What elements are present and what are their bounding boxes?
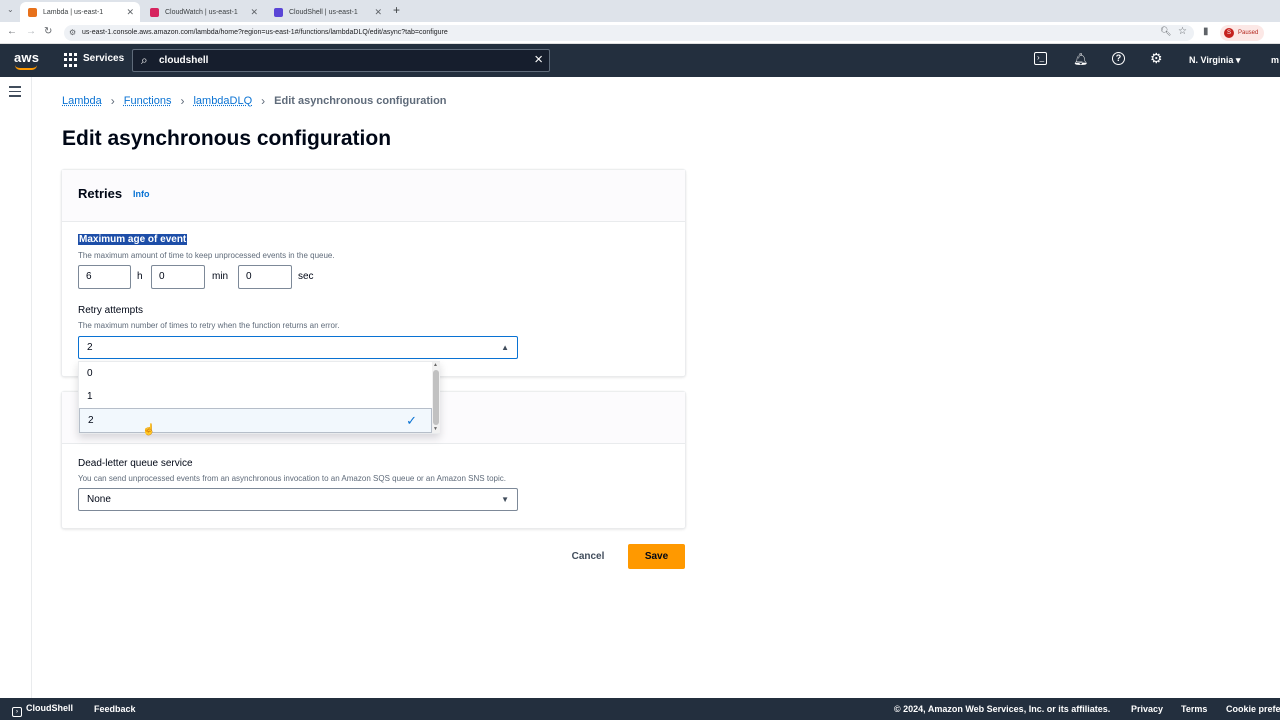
dropdown-option-2[interactable]: 2 ✓ [79, 408, 432, 433]
hours-unit-label: h [137, 271, 143, 282]
breadcrumb-lambda[interactable]: Lambda [62, 95, 102, 107]
aws-smile-icon [15, 65, 37, 70]
dropdown-option-label: 2 [88, 415, 94, 426]
services-menu-button[interactable]: Services [83, 53, 124, 64]
browser-tab-cloudwatch[interactable]: CloudWatch | us-east-1 ✕ [142, 2, 264, 22]
avatar: S [1224, 28, 1234, 38]
side-panel-icon[interactable]: ▮ [1203, 26, 1209, 37]
menu-hamburger-icon[interactable] [9, 86, 21, 100]
max-age-label: Maximum age of event [78, 234, 188, 245]
url-field[interactable]: ⚙ us-east-1.console.aws.amazon.com/lambd… [64, 25, 1194, 41]
service-search-box: ⌕ × [132, 49, 550, 72]
services-grid-icon[interactable] [64, 53, 78, 67]
minutes-unit-label: min [212, 271, 229, 282]
hours-input[interactable]: 6 [78, 265, 131, 289]
max-age-description: The maximum amount of time to keep unpro… [78, 251, 335, 260]
console-footer: › CloudShell Feedback © 2024, Amazon Web … [0, 698, 1280, 720]
retries-title: Retries [78, 186, 123, 201]
seconds-unit-label: sec [298, 271, 314, 282]
chevron-right-icon: › [110, 94, 115, 108]
minutes-input[interactable]: 0 [151, 265, 205, 289]
clear-search-icon[interactable]: × [534, 51, 543, 68]
hand-cursor-icon: ☝ [142, 424, 156, 436]
cancel-button[interactable]: Cancel [561, 545, 615, 568]
retry-attempts-dropdown: 0 1 2 ✓ ▲ ▼ [78, 361, 440, 434]
account-menu[interactable]: m [1271, 55, 1279, 65]
footer-feedback-link[interactable]: Feedback [94, 704, 136, 714]
retry-attempts-value: 2 [87, 342, 93, 353]
profile-button[interactable]: S Paused [1220, 25, 1264, 41]
dlq-service-label: Dead-letter queue service [78, 458, 193, 469]
close-tab-icon[interactable]: ✕ [126, 7, 134, 18]
footer-cloudshell-button[interactable]: › CloudShell [12, 703, 73, 717]
search-input[interactable] [159, 52, 519, 69]
seconds-input[interactable]: 0 [238, 265, 292, 289]
new-tab-icon[interactable]: + [393, 3, 400, 17]
max-age-label-text: Maximum age of event [78, 234, 188, 245]
dlq-service-value: None [87, 494, 111, 505]
cloudshell-icon[interactable]: ›_ [1034, 52, 1047, 65]
help-icon[interactable]: ? [1112, 52, 1125, 65]
aws-logo[interactable]: aws [14, 50, 40, 70]
chevron-right-icon: › [261, 94, 266, 108]
caret-down-icon: ▼ [501, 495, 509, 504]
caret-up-icon: ▲ [501, 343, 509, 352]
dropdown-scrollbar[interactable]: ▲ ▼ [432, 362, 440, 433]
dlq-service-description: You can send unprocessed events from an … [78, 474, 506, 483]
notifications-bell-icon[interactable]: 🔔︎ [1073, 52, 1088, 66]
page-title: Edit asynchronous configuration [62, 127, 392, 150]
browser-tab-bar: ⌄ Lambda | us-east-1 ✕ CloudWatch | us-e… [0, 0, 1280, 22]
cloudshell-favicon-icon [274, 7, 283, 17]
breadcrumb-current: Edit asynchronous configuration [274, 95, 447, 107]
checkmark-icon: ✓ [406, 413, 417, 428]
search-icon: ⌕ [141, 53, 148, 67]
profile-label: Paused [1238, 30, 1259, 36]
forward-icon[interactable]: → [26, 26, 36, 37]
site-info-icon[interactable]: ⚙ [69, 25, 76, 41]
footer-cloudshell-label: CloudShell [26, 703, 73, 713]
lambda-favicon-icon [28, 7, 37, 17]
scroll-up-arrow-icon[interactable]: ▲ [433, 362, 438, 368]
footer-cookie-preferences-link[interactable]: Cookie prefe [1226, 704, 1280, 714]
close-tab-icon[interactable]: ✕ [250, 7, 258, 18]
tab-title: CloudWatch | us-east-1 [165, 8, 238, 16]
tab-list-chevron-icon[interactable]: ⌄ [7, 5, 14, 14]
retries-panel-header: Retries Info [62, 170, 685, 222]
footer-terms-link[interactable]: Terms [1181, 704, 1207, 714]
breadcrumb-function-name[interactable]: lambdaDLQ [193, 95, 252, 107]
cloudwatch-favicon-icon [150, 7, 159, 17]
save-button[interactable]: Save [628, 544, 685, 569]
tab-title: CloudShell | us-east-1 [289, 8, 358, 16]
address-bar-row: ← → ↻ ⚙ us-east-1.console.aws.amazon.com… [0, 22, 1280, 44]
dropdown-option-0[interactable]: 0 [79, 362, 432, 385]
info-link[interactable]: Info [133, 189, 150, 199]
browser-tab-lambda[interactable]: Lambda | us-east-1 ✕ [20, 2, 140, 22]
reload-icon[interactable]: ↻ [44, 26, 52, 37]
bookmark-star-icon[interactable]: ☆ [1178, 26, 1187, 37]
aws-logo-text: aws [14, 50, 40, 65]
breadcrumb-functions[interactable]: Functions [124, 95, 172, 107]
cloudshell-icon: › [12, 707, 22, 717]
dropdown-option-1[interactable]: 1 [79, 385, 432, 408]
retry-attempts-description: The maximum number of times to retry whe… [78, 321, 340, 330]
side-navigation-rail [0, 77, 32, 698]
settings-gear-icon[interactable]: ⚙ [1150, 50, 1163, 67]
scrollbar-thumb[interactable] [433, 370, 439, 425]
browser-tab-cloudshell[interactable]: CloudShell | us-east-1 ✕ [266, 2, 388, 22]
footer-copyright: © 2024, Amazon Web Services, Inc. or its… [894, 704, 1111, 714]
zoom-icon[interactable]: 🔍︎ [1160, 26, 1171, 37]
chevron-right-icon: › [180, 94, 185, 108]
scroll-down-arrow-icon[interactable]: ▼ [433, 426, 438, 432]
region-label: N. Virginia [1189, 55, 1234, 65]
retry-attempts-select[interactable]: 2 ▲ [78, 336, 518, 359]
breadcrumb: Lambda › Functions › lambdaDLQ › Edit as… [62, 94, 447, 108]
footer-privacy-link[interactable]: Privacy [1131, 704, 1163, 714]
dlq-service-select[interactable]: None ▼ [78, 488, 518, 511]
back-icon[interactable]: ← [7, 26, 17, 37]
url-text: us-east-1.console.aws.amazon.com/lambda/… [82, 29, 448, 36]
tab-title: Lambda | us-east-1 [43, 8, 104, 16]
retry-attempts-label: Retry attempts [78, 305, 144, 316]
close-tab-icon[interactable]: ✕ [374, 7, 382, 18]
region-selector[interactable]: N. Virginia ▾ [1189, 55, 1240, 66]
